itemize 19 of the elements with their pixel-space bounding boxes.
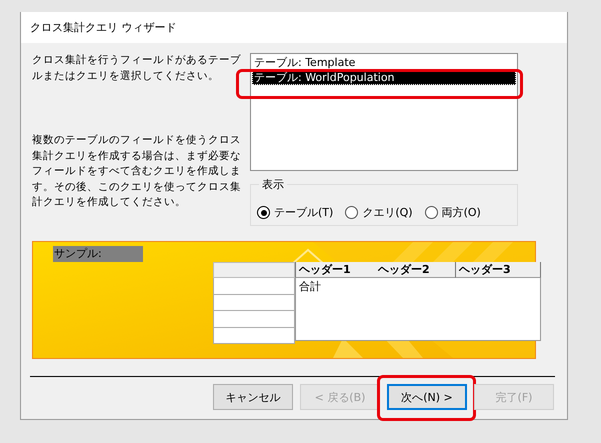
radio-button[interactable]: [257, 206, 270, 219]
radio-label[interactable]: クエリ(Q): [362, 205, 413, 220]
wizard-button[interactable]: 次へ(N) >: [387, 384, 467, 410]
radio-button[interactable]: [424, 206, 438, 219]
wizard-button[interactable]: キャンセル: [213, 384, 293, 410]
radio-label[interactable]: テーブル(T): [274, 205, 334, 220]
instruction-text: 複数のテーブルのフィールドを使うクロス集計クエリを作成する場合は、まず必要なフィールドをすべて含むクエリを作成します。その後、このクエリを使ってクロス集計クエリを作成してください。: [32, 133, 242, 210]
column-header: ヘッダー3: [455, 262, 541, 278]
group-title: 表示: [259, 177, 287, 192]
window-title: クロス集計クエリ ウィザード: [30, 20, 176, 35]
object-list[interactable]: テーブル: Template テーブル: WorldPopulation: [250, 53, 518, 171]
instruction-text: クロス集計を行うフィールドがあるテーブルまたはクエリを選択してください。: [32, 53, 242, 84]
radio-label[interactable]: 両方(O): [442, 205, 481, 220]
sample-label: サンプル:: [53, 246, 143, 262]
list-item[interactable]: テーブル: Template: [252, 55, 516, 70]
column-header: ヘッダー2: [375, 262, 455, 278]
column-header: ヘッダー1: [295, 262, 375, 278]
table-cell: 合計: [299, 280, 321, 293]
radio-button[interactable]: [345, 206, 358, 219]
